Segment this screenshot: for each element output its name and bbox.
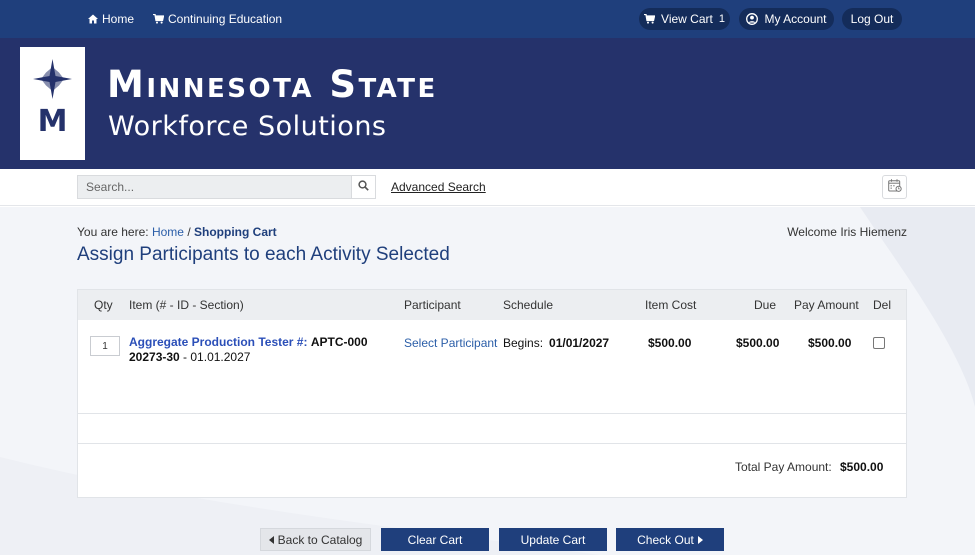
schedule-date: 01/01/2027 — [549, 336, 610, 350]
caret-right-icon — [697, 533, 703, 547]
search-input[interactable] — [77, 175, 352, 199]
user-circle-icon — [746, 13, 759, 25]
calendar-button[interactable] — [882, 175, 907, 199]
clear-cart-label: Clear Cart — [407, 532, 463, 547]
total-pay-amount-value: $500.00 — [840, 460, 884, 474]
brand-title: Minnesota State — [107, 63, 438, 106]
breadcrumb-home-link[interactable]: Home — [152, 225, 184, 239]
calendar-icon — [887, 179, 902, 195]
select-participant-link[interactable]: Select Participant — [404, 336, 497, 350]
caret-left-icon — [268, 533, 274, 547]
column-header-due: Due — [754, 298, 777, 312]
advanced-search-link[interactable]: Advanced Search — [391, 180, 486, 194]
search-button[interactable] — [351, 175, 376, 199]
my-account-label: My Account — [764, 12, 827, 26]
nav-continuing-education-link[interactable]: Continuing Education — [153, 12, 282, 26]
update-cart-button[interactable]: Update Cart — [499, 528, 607, 551]
pay-amount-value: $500.00 — [808, 336, 852, 350]
back-to-catalog-label: Back to Catalog — [277, 532, 363, 547]
item-link[interactable]: Aggregate Production Tester #: — [129, 335, 307, 349]
cart-count-badge: 1 — [718, 13, 725, 25]
my-account-button[interactable]: My Account — [739, 8, 834, 30]
update-cart-label: Update Cart — [520, 532, 586, 547]
log-out-button[interactable]: Log Out — [842, 8, 902, 30]
minnesota-state-logo[interactable]: M — [20, 47, 85, 160]
quantity-input[interactable] — [90, 336, 120, 356]
column-header-item-cost: Item Cost — [645, 298, 697, 312]
cart-table: Qty Item (# - ID - Section) Participant … — [77, 289, 907, 498]
brand-subtitle: Workforce Solutions — [108, 111, 387, 142]
back-to-catalog-button[interactable]: Back to Catalog — [260, 528, 371, 551]
schedule-cell: Begins: 01/01/2027 — [503, 336, 609, 350]
due-value: $500.00 — [736, 336, 780, 350]
column-header-del: Del — [873, 298, 892, 312]
log-out-label: Log Out — [850, 12, 894, 26]
total-pay-amount-label: Total Pay Amount: — [735, 460, 832, 474]
nav-continuing-education-label: Continuing Education — [168, 12, 283, 26]
breadcrumb-current: Shopping Cart — [194, 225, 277, 239]
check-out-label: Check Out — [637, 532, 694, 547]
svg-text:M: M — [38, 104, 68, 139]
view-cart-label: View Cart — [661, 12, 713, 26]
schedule-label: Begins: — [503, 336, 544, 350]
welcome-message: Welcome Iris Hiemenz — [787, 225, 907, 239]
column-header-item: Item (# - ID - Section) — [129, 298, 244, 312]
column-header-participant: Participant — [404, 298, 461, 312]
site-banner: M Minnesota State Workforce Solutions — [0, 38, 975, 169]
search-bar: Advanced Search — [0, 169, 975, 206]
row-divider — [78, 443, 906, 444]
main-content: You are here: Home / Shopping Cart Welco… — [0, 207, 975, 555]
column-header-schedule: Schedule — [503, 298, 554, 312]
item-description: Aggregate Production Tester #: APTC-000 … — [129, 335, 399, 365]
cart-icon — [153, 14, 164, 24]
nav-home-link[interactable]: Home — [88, 12, 134, 26]
top-navigation: Home Continuing Education View Cart 1 My… — [0, 0, 975, 38]
breadcrumb-prefix: You are here: — [77, 225, 149, 239]
cart-table-header: Qty Item (# - ID - Section) Participant … — [78, 290, 906, 320]
breadcrumb-separator: / — [187, 225, 191, 239]
breadcrumb: You are here: Home / Shopping Cart — [77, 225, 277, 239]
home-icon — [88, 14, 98, 24]
row-divider — [78, 413, 906, 414]
nav-home-label: Home — [102, 12, 135, 26]
column-header-pay-amount: Pay Amount — [794, 298, 859, 312]
column-header-qty: Qty — [94, 298, 113, 312]
page-title: Assign Participants to each Activity Sel… — [77, 244, 450, 265]
check-out-button[interactable]: Check Out — [616, 528, 724, 551]
delete-checkbox[interactable] — [873, 337, 885, 349]
cart-icon — [644, 14, 656, 24]
clear-cart-button[interactable]: Clear Cart — [381, 528, 489, 551]
search-icon — [358, 180, 369, 194]
item-cost-value: $500.00 — [648, 336, 692, 350]
view-cart-button[interactable]: View Cart 1 — [639, 8, 730, 30]
item-section: - 01.01.2027 — [179, 350, 251, 364]
